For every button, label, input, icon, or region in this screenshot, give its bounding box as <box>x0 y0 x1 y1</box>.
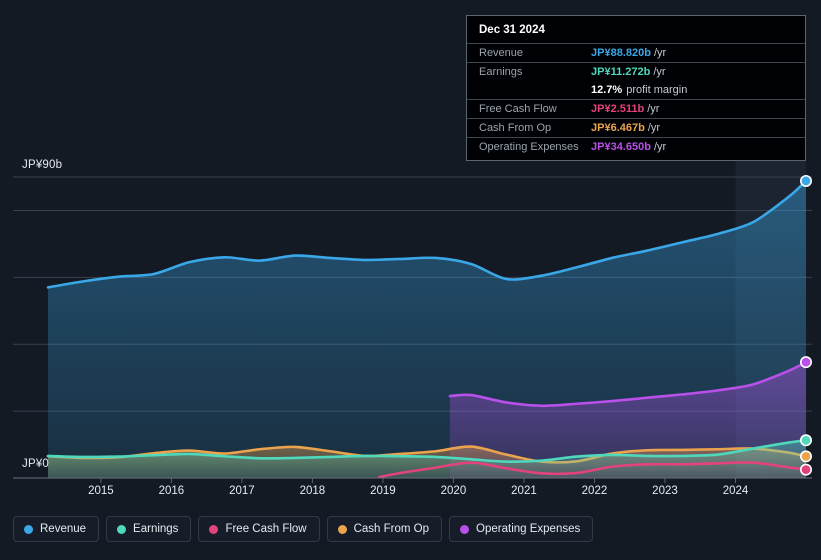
tooltip-row-subtext: profit margin <box>626 84 688 96</box>
tooltip-row-value: JP¥88.820b <box>591 47 651 59</box>
legend-item-label: Free Cash Flow <box>225 523 307 535</box>
endpoint-marker-revenue <box>799 174 812 187</box>
x-axis-label-2022: 2022 <box>581 485 608 497</box>
tooltip-row-unit: /yr <box>653 66 666 78</box>
tooltip-row-value: JP¥6.467b <box>591 122 645 134</box>
legend-color-dot-icon <box>209 524 219 534</box>
x-axis-label-2020: 2020 <box>440 485 467 497</box>
legend-item-label: Cash From Op <box>353 523 430 535</box>
legend-item-label: Earnings <box>133 523 179 535</box>
legend-item-earnings[interactable]: Earnings <box>106 516 192 542</box>
tooltip-row-key: Revenue <box>479 47 524 59</box>
legend-item-label: Operating Expenses <box>476 523 581 535</box>
legend-item-revenue[interactable]: Revenue <box>13 516 100 542</box>
tooltip-row: Revenue JP¥88.820b/yr <box>467 43 805 62</box>
legend-color-dot-icon <box>117 524 127 534</box>
legend-item-label: Revenue <box>40 523 87 535</box>
tooltip-row-value: JP¥11.272b <box>591 66 651 78</box>
tooltip-row-unit: /yr <box>647 103 660 115</box>
chart-legend[interactable]: Revenue Earnings Free Cash Flow Cash From O… <box>13 516 594 542</box>
tooltip-row-unit: /yr <box>653 141 667 153</box>
x-axis-label-2015: 2015 <box>88 485 114 497</box>
tooltip-row-key: Cash From Op <box>479 122 552 134</box>
financial-performance-chart: JP¥90b JP¥0 2015 2016 2017 2018 2019 2020 2021… <box>0 0 821 560</box>
legend-color-dot-icon <box>24 524 33 534</box>
x-axis-label-2023: 2023 <box>652 485 678 497</box>
x-axis-label-2019: 2019 <box>370 485 396 497</box>
x-axis-label-2018: 2018 <box>299 485 326 497</box>
x-axis-label-2021: 2021 <box>511 485 537 497</box>
tooltip-row: 12.7% profit margin <box>467 81 805 99</box>
legend-item-free-cash-flow[interactable]: Free Cash Flow <box>198 516 320 542</box>
legend-color-dot-icon <box>337 524 347 534</box>
tooltip-row-unit: /yr <box>647 122 661 134</box>
tooltip-row: Operating Expenses JP¥34.650b/yr <box>467 137 805 156</box>
tooltip-row-unit: /yr <box>653 47 667 59</box>
tooltip-date: Dec 31 2024 <box>479 24 545 36</box>
tooltip-row: Free Cash Flow JP¥2.511b/yr <box>467 99 805 118</box>
tooltip-row: Earnings JP¥11.272b/yr <box>467 62 805 81</box>
endpoint-marker-earnings <box>799 434 812 447</box>
tooltip-row: Cash From Op JP¥6.467b/yr <box>467 118 805 137</box>
tooltip-row-key: Operating Expenses <box>479 141 579 153</box>
tooltip-row-value: 12.7% <box>591 84 623 96</box>
y-axis-max-label: JP¥90b <box>22 159 63 171</box>
x-axis-label-2017: 2017 <box>229 485 255 497</box>
legend-color-dot-icon <box>460 524 470 534</box>
data-tooltip: Dec 31 2024 Revenue JP¥88.820b/yr Earnings… <box>466 15 806 161</box>
y-axis-min-label: JP¥0 <box>22 458 50 470</box>
tooltip-rows: Revenue JP¥88.820b/yr Earnings JP¥11.272b/y… <box>467 43 805 156</box>
tooltip-row-key: Earnings <box>479 66 523 78</box>
legend-item-cash-from-op[interactable]: Cash From Op <box>326 516 443 542</box>
endpoint-marker-operating-expenses <box>799 356 812 369</box>
x-axis-label-2024: 2024 <box>722 485 749 497</box>
tooltip-row-value: JP¥2.511b <box>591 103 645 115</box>
tooltip-row-value: JP¥34.650b <box>591 141 651 153</box>
tooltip-row-key: Free Cash Flow <box>479 103 557 115</box>
endpoint-marker-cash-from-op <box>799 450 812 463</box>
endpoint-marker-free-cash-flow <box>799 463 812 476</box>
legend-item-operating-expenses[interactable]: Operating Expenses <box>449 516 594 542</box>
x-axis-label-2016: 2016 <box>158 485 185 497</box>
